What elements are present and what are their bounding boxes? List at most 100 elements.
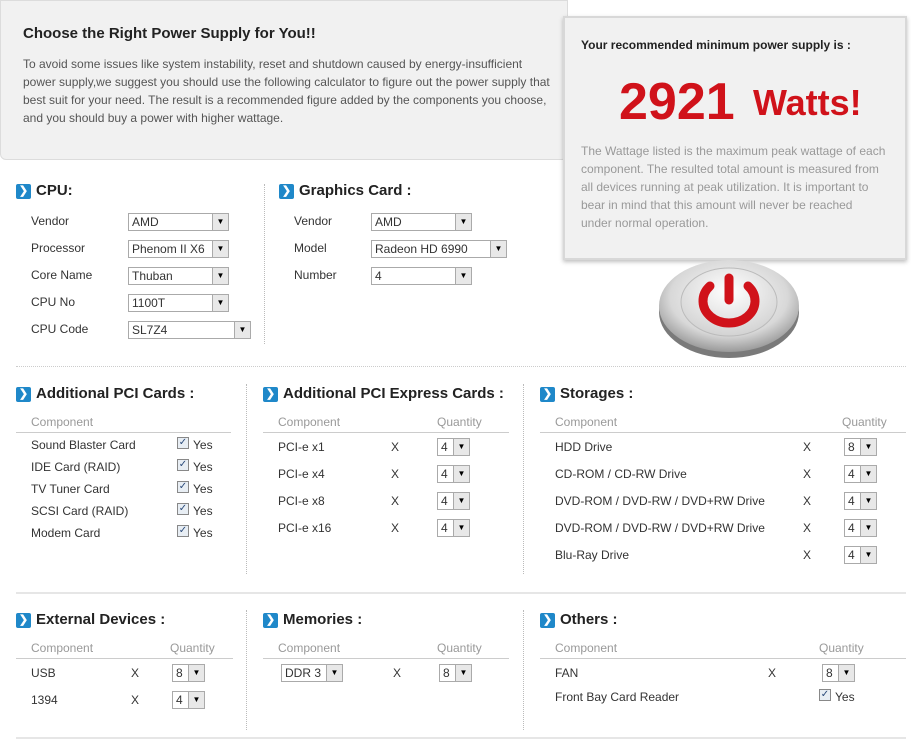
cpu-vendor-value: AMD bbox=[132, 215, 159, 229]
pcie-item-label: PCI-e x4 bbox=[278, 467, 325, 481]
pci-sound-checkbox[interactable]: ✓ bbox=[177, 437, 189, 449]
pcie-title: Additional PCI Express Cards : bbox=[283, 385, 504, 402]
x-label: X bbox=[803, 440, 812, 454]
pci-tv-checkbox[interactable]: ✓ bbox=[177, 481, 189, 493]
qty-value: 4 bbox=[176, 693, 183, 707]
pci-ide-checkbox[interactable]: ✓ bbox=[177, 459, 189, 471]
external-component-header: Component bbox=[31, 641, 94, 655]
result-watts: 2921 bbox=[619, 73, 735, 131]
divider bbox=[246, 384, 247, 574]
storage-component-header: Component bbox=[555, 415, 618, 429]
chevron-down-icon: ▼ bbox=[453, 466, 469, 482]
pcie-x16-qty-select[interactable]: 4 ▼ bbox=[437, 519, 470, 537]
x-label: X bbox=[391, 494, 400, 508]
gpu-model-select[interactable]: Radeon HD 6990 ▼ bbox=[371, 240, 507, 258]
gpu-model-value: Radeon HD 6990 bbox=[375, 242, 468, 256]
storage-cdrom-qty-select[interactable]: 4 ▼ bbox=[844, 465, 877, 483]
yes-label: Yes bbox=[835, 690, 855, 704]
others-component-header: Component bbox=[555, 641, 618, 655]
others-fan-qty-select[interactable]: 8 ▼ bbox=[822, 664, 855, 682]
storage-item-label: CD-ROM / CD-RW Drive bbox=[555, 467, 687, 481]
memory-component-header: Component bbox=[278, 641, 341, 655]
memory-type-value: DDR 3 bbox=[285, 666, 322, 680]
x-label: X bbox=[391, 521, 400, 535]
gpu-model-label: Model bbox=[294, 241, 327, 255]
external-1394-qty-select[interactable]: 4 ▼ bbox=[172, 691, 205, 709]
divider bbox=[246, 610, 247, 730]
cpu-processor-value: Phenom II X6 bbox=[132, 242, 205, 256]
cpu-corename-label: Core Name bbox=[31, 268, 93, 282]
cpu-code-select[interactable]: SL7Z4 ▼ bbox=[128, 321, 251, 339]
pci-title: Additional PCI Cards : bbox=[36, 385, 195, 402]
qty-value: 4 bbox=[848, 467, 855, 481]
chevron-right-icon: ❯ bbox=[16, 387, 31, 402]
x-label: X bbox=[131, 666, 140, 680]
pcie-x1-qty-select[interactable]: 4 ▼ bbox=[437, 438, 470, 456]
storage-item-label: DVD-ROM / DVD-RW / DVD+RW Drive bbox=[555, 494, 765, 508]
divider bbox=[523, 610, 524, 730]
x-label: X bbox=[391, 467, 400, 481]
cpu-code-label: CPU Code bbox=[31, 322, 89, 336]
cpu-vendor-select[interactable]: AMD ▼ bbox=[128, 213, 229, 231]
cpu-processor-label: Processor bbox=[31, 241, 86, 255]
gpu-title: Graphics Card : bbox=[299, 182, 412, 199]
cpu-no-select[interactable]: 1100T ▼ bbox=[128, 294, 229, 312]
chevron-down-icon: ▼ bbox=[860, 466, 876, 482]
chevron-right-icon: ❯ bbox=[263, 387, 278, 402]
others-quantity-header: Quantity bbox=[819, 641, 864, 655]
storage-hdd-qty-select[interactable]: 8 ▼ bbox=[844, 438, 877, 456]
memory-type-select[interactable]: DDR 3 ▼ bbox=[281, 664, 343, 682]
pci-scsi-checkbox[interactable]: ✓ bbox=[177, 503, 189, 515]
chevron-down-icon: ▼ bbox=[860, 439, 876, 455]
pci-item-label: Sound Blaster Card bbox=[31, 438, 136, 452]
yes-label: Yes bbox=[193, 526, 213, 540]
qty-value: 4 bbox=[848, 548, 855, 562]
pci-item-label: IDE Card (RAID) bbox=[31, 460, 121, 474]
others-title: Others : bbox=[560, 611, 618, 628]
pcie-x4-qty-select[interactable]: 4 ▼ bbox=[437, 465, 470, 483]
cpu-corename-select[interactable]: Thuban ▼ bbox=[128, 267, 229, 285]
divider bbox=[523, 384, 524, 574]
divider bbox=[16, 737, 906, 739]
chevron-down-icon: ▼ bbox=[860, 520, 876, 536]
chevron-down-icon: ▼ bbox=[212, 295, 228, 311]
result-label: Your recommended minimum power supply is… bbox=[581, 38, 851, 52]
storage-dvd1-qty-select[interactable]: 4 ▼ bbox=[844, 492, 877, 510]
power-button-icon[interactable] bbox=[656, 256, 802, 360]
external-title: External Devices : bbox=[36, 611, 166, 628]
storage-title: Storages : bbox=[560, 385, 634, 402]
storage-item-label: HDD Drive bbox=[555, 440, 613, 454]
cpu-processor-select[interactable]: Phenom II X6 ▼ bbox=[128, 240, 229, 258]
pci-item-label: TV Tuner Card bbox=[31, 482, 110, 496]
divider bbox=[263, 432, 509, 433]
others-reader-checkbox[interactable]: ✓ bbox=[819, 689, 831, 701]
chevron-right-icon: ❯ bbox=[279, 184, 294, 199]
divider bbox=[540, 432, 906, 433]
intro-panel: Choose the Right Power Supply for You!! … bbox=[0, 0, 568, 160]
chevron-down-icon: ▼ bbox=[455, 268, 471, 284]
memory-title: Memories : bbox=[283, 611, 363, 628]
intro-text: To avoid some issues like system instabi… bbox=[23, 57, 550, 125]
storage-bluray-qty-select[interactable]: 4 ▼ bbox=[844, 546, 877, 564]
chevron-right-icon: ❯ bbox=[540, 387, 555, 402]
storage-quantity-header: Quantity bbox=[842, 415, 887, 429]
gpu-vendor-select[interactable]: AMD ▼ bbox=[371, 213, 472, 231]
storage-item-label: DVD-ROM / DVD-RW / DVD+RW Drive bbox=[555, 521, 765, 535]
pci-component-header: Component bbox=[31, 415, 94, 429]
gpu-number-select[interactable]: 4 ▼ bbox=[371, 267, 472, 285]
external-usb-qty-select[interactable]: 8 ▼ bbox=[172, 664, 205, 682]
others-reader-label: Front Bay Card Reader bbox=[555, 690, 680, 704]
pcie-item-label: PCI-e x1 bbox=[278, 440, 325, 454]
qty-value: 4 bbox=[441, 467, 448, 481]
cpu-corename-value: Thuban bbox=[132, 269, 173, 283]
chevron-down-icon: ▼ bbox=[212, 241, 228, 257]
memory-qty-select[interactable]: 8 ▼ bbox=[439, 664, 472, 682]
pci-modem-checkbox[interactable]: ✓ bbox=[177, 525, 189, 537]
storage-dvd2-qty-select[interactable]: 4 ▼ bbox=[844, 519, 877, 537]
yes-label: Yes bbox=[193, 482, 213, 496]
cpu-title: CPU: bbox=[36, 182, 73, 199]
external-item-label: USB bbox=[31, 666, 56, 680]
pcie-x8-qty-select[interactable]: 4 ▼ bbox=[437, 492, 470, 510]
external-item-label: 1394 bbox=[31, 693, 58, 707]
chevron-right-icon: ❯ bbox=[16, 184, 31, 199]
